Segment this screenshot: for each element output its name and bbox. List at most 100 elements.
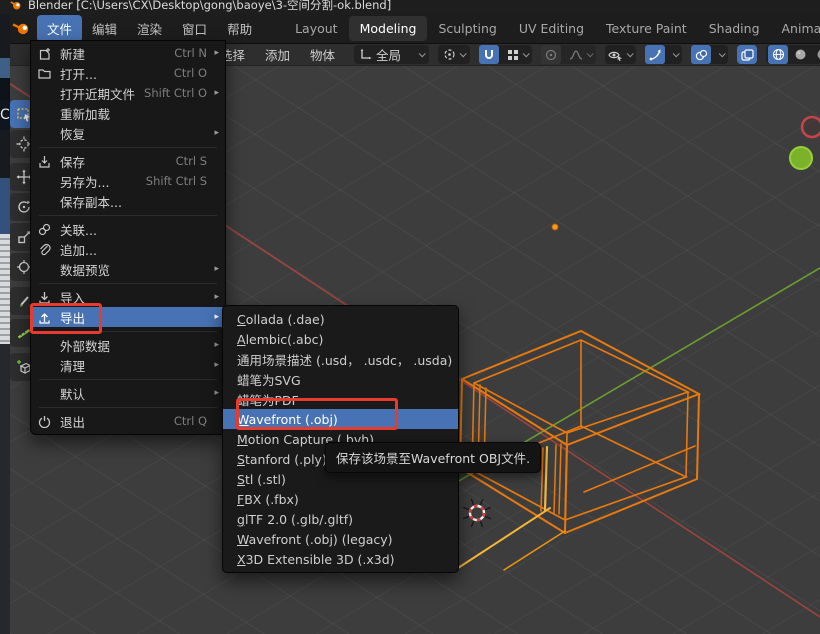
- proportional-circle-icon: [545, 49, 557, 61]
- export-item-wavefront-legacy[interactable]: Wavefront (.obj) (legacy): [223, 529, 458, 549]
- toggle-xray[interactable]: [737, 45, 757, 64]
- object-visibility-dropdown[interactable]: [605, 45, 636, 64]
- menu-render[interactable]: 渲染: [127, 15, 172, 42]
- tab-uv-editing[interactable]: UV Editing: [508, 16, 595, 41]
- background-fragment: [0, 58, 10, 78]
- chevron-down-icon: [523, 50, 530, 57]
- menu-separator: [39, 283, 217, 284]
- file-menu-item-open-recent[interactable]: 打开近期文件 Shift Ctrl O ▸: [31, 83, 225, 103]
- file-menu-item-link[interactable]: 关联...: [31, 219, 225, 239]
- show-overlays-toggle[interactable]: [691, 45, 711, 64]
- xray-icon: [741, 49, 754, 61]
- chevron-down-icon: [587, 50, 594, 57]
- annotation-box-export: [30, 303, 102, 334]
- proportional-edit-group: [541, 45, 596, 64]
- tab-layout[interactable]: Layout: [284, 16, 349, 41]
- header-menu-add[interactable]: 添加: [255, 44, 300, 66]
- blender-logo-icon: [10, 0, 22, 11]
- file-menu-item-clean-up[interactable]: 清理 ▸: [31, 355, 225, 375]
- tab-modeling[interactable]: Modeling: [349, 16, 428, 41]
- save-icon: [38, 155, 51, 168]
- power-icon: [38, 415, 51, 428]
- tab-sculpting[interactable]: Sculpting: [427, 16, 507, 41]
- menu-edit[interactable]: 编辑: [82, 15, 127, 42]
- file-menu-item-save-copy[interactable]: 保存副本...: [31, 191, 225, 211]
- solid-sphere-icon: [794, 48, 807, 61]
- tab-shading[interactable]: Shading: [698, 16, 771, 41]
- background-window-sliver: C: [0, 14, 10, 634]
- show-gizmo-toggle[interactable]: [645, 45, 665, 64]
- background-fragment: [0, 344, 10, 634]
- file-menu-item-recover[interactable]: 恢复 ▸: [31, 123, 225, 143]
- orientation-axes-icon: [359, 48, 372, 61]
- export-item-x3d[interactable]: X3D Extensible 3D (.x3d): [223, 549, 458, 569]
- file-menu-item-new[interactable]: 新建 Ctrl N ▸: [31, 43, 225, 63]
- export-item-grease-pencil-svg[interactable]: 蜡笔为SVG: [223, 369, 458, 389]
- falloff-curve-icon[interactable]: [569, 49, 583, 61]
- tab-texture-paint[interactable]: Texture Paint: [595, 16, 698, 41]
- magnet-icon: [483, 49, 495, 61]
- export-item-collada[interactable]: Collada (.dae): [223, 309, 458, 329]
- annotation-box-wavefront: [236, 398, 398, 430]
- file-menu-item-revert[interactable]: 重新加载: [31, 103, 225, 123]
- shading-material-button[interactable]: [812, 45, 820, 64]
- window-title-bar: Blender [C:\Users\CX\Desktop\gong\baoye\…: [0, 0, 820, 14]
- export-item-gltf[interactable]: glTF 2.0 (.glb/.gltf): [223, 509, 458, 529]
- export-item-usd[interactable]: 通用场景描述 (.usd， .usdc， .usda): [223, 349, 458, 369]
- background-fragment: [0, 234, 10, 344]
- export-item-fbx[interactable]: FBX (.fbx): [223, 489, 458, 509]
- chevron-down-icon: [419, 50, 426, 57]
- file-menu-item-save-as[interactable]: 另存为... Shift Ctrl S: [31, 171, 225, 191]
- overlays-icon: [695, 49, 708, 61]
- shading-wireframe-button[interactable]: [768, 45, 788, 64]
- eye-cursor-icon: [608, 49, 623, 61]
- file-menu-item-data-preview[interactable]: 数据预览 ▸: [31, 259, 225, 279]
- chevron-down-icon: [627, 50, 634, 57]
- pivot-point-dropdown[interactable]: [438, 45, 470, 64]
- snapping-group: [479, 45, 532, 64]
- snap-with-icon[interactable]: [507, 49, 519, 61]
- file-menu-item-save[interactable]: 保存 Ctrl S: [31, 151, 225, 171]
- link-chain-icon: [38, 223, 51, 236]
- window-title: Blender [C:\Users\CX\Desktop\gong\baoye\…: [28, 0, 391, 13]
- file-menu-item-quit[interactable]: 退出 Ctrl Q: [31, 411, 225, 431]
- overlays-group: [691, 45, 728, 64]
- tooltip: 保存该场景至Wavefront OBJ文件.: [325, 442, 541, 473]
- chevron-down-icon: [460, 50, 467, 57]
- menu-help[interactable]: 帮助: [217, 15, 262, 42]
- chevron-down-icon: [719, 50, 726, 57]
- menu-separator: [39, 147, 217, 148]
- menu-separator: [39, 407, 217, 408]
- menu-window[interactable]: 窗口: [172, 15, 217, 42]
- header-menu-object[interactable]: 物体: [300, 44, 345, 66]
- import-icon: [38, 291, 51, 304]
- orientation-value: 全局: [376, 45, 401, 64]
- export-submenu: Collada (.dae) Alembic(.abc) 通用场景描述 (.us…: [222, 305, 459, 573]
- chevron-down-icon: [673, 50, 680, 57]
- pivot-icon: [443, 48, 456, 61]
- wireframe-globe-icon: [772, 48, 785, 61]
- file-menu-item-defaults[interactable]: 默认 ▸: [31, 383, 225, 403]
- file-menu-dropdown: 新建 Ctrl N ▸ 打开... Ctrl O 打开近期文件 Shift Ct…: [30, 40, 226, 435]
- new-file-icon: [38, 47, 51, 60]
- tab-animation[interactable]: Animation: [771, 16, 820, 41]
- gizmo-arrow-icon: [649, 48, 662, 61]
- menu-separator: [39, 379, 217, 380]
- paperclip-icon: [38, 243, 51, 256]
- export-item-alembic[interactable]: Alembic(.abc): [223, 329, 458, 349]
- shading-solid-button[interactable]: [790, 45, 810, 64]
- blender-logo-icon[interactable]: [12, 21, 32, 37]
- menu-file[interactable]: 文件: [37, 15, 82, 42]
- menu-separator: [39, 215, 217, 216]
- material-sphere-icon: [816, 48, 820, 61]
- file-menu-item-open[interactable]: 打开... Ctrl O: [31, 63, 225, 83]
- file-menu-item-external-data[interactable]: 外部数据 ▸: [31, 335, 225, 355]
- workspace-tabs: Layout Modeling Sculpting UV Editing Tex…: [284, 16, 820, 41]
- transform-orientation-dropdown[interactable]: 全局: [354, 45, 429, 64]
- snap-toggle[interactable]: [479, 45, 499, 64]
- proportional-edit-toggle[interactable]: [541, 45, 561, 64]
- background-fragment: C: [0, 100, 10, 130]
- background-fragment: [0, 178, 10, 234]
- file-menu-item-append[interactable]: 追加...: [31, 239, 225, 259]
- shading-mode-group: [766, 45, 820, 64]
